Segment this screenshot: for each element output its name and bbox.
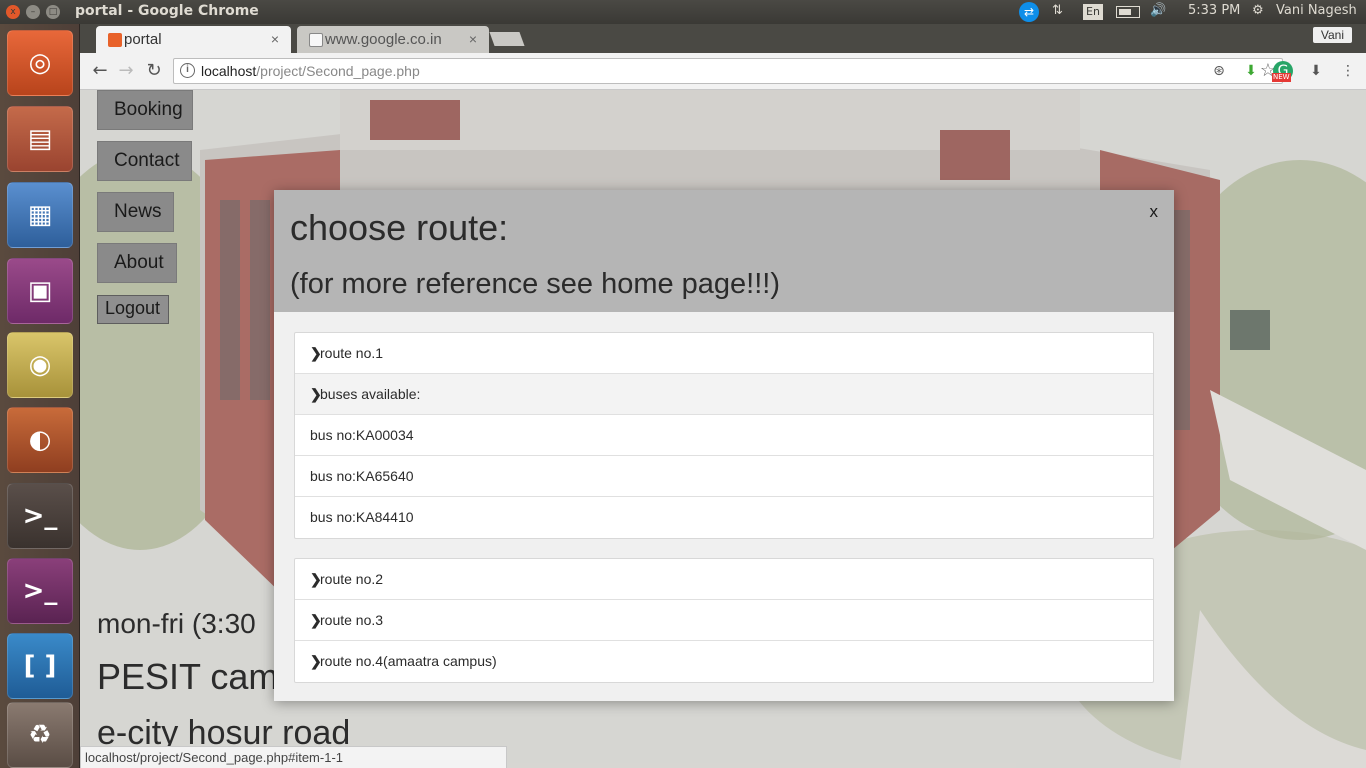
chevron-right-icon: ❯ [310, 571, 322, 587]
terminal-icon: >_ [22, 576, 58, 606]
campus-text: PESIT cam [97, 656, 279, 697]
chrome-menu-icon[interactable]: ⋮ [1338, 61, 1358, 81]
settings-gear-icon[interactable]: ⚙ [1252, 3, 1264, 18]
tab-google[interactable]: www.google.co.in × [297, 26, 489, 53]
downloads-icon[interactable]: ⬇ [1306, 61, 1326, 81]
route-3-header[interactable]: ❯route no.3 [295, 600, 1153, 641]
other-routes-accordion: ❯route no.2 ❯route no.3 ❯route no.4(amaa… [294, 558, 1154, 683]
bus-number: bus no:KA84410 [310, 509, 414, 525]
route-1-header[interactable]: ❯route no.1 [295, 333, 1153, 374]
nav-contact-button[interactable]: Contact [97, 141, 192, 181]
new-badge: NEW [1272, 73, 1291, 82]
address-url[interactable]: localhost/project/Second_page.php [201, 63, 420, 79]
address-host: localhost [201, 63, 257, 79]
terminal-icon: >_ [22, 501, 58, 531]
reload-button[interactable]: ↻ [142, 59, 166, 83]
back-button[interactable]: ← [88, 59, 112, 83]
tab-title: www.google.co.in [325, 31, 442, 48]
modal-close-button[interactable]: x [1150, 202, 1159, 222]
route-label: route no.2 [320, 571, 384, 587]
bus-number: bus no:KA65640 [310, 468, 414, 484]
trash-icon: ♻ [28, 720, 52, 750]
clock[interactable]: 5:33 PM [1188, 3, 1240, 18]
site-info-icon[interactable]: i [180, 63, 195, 78]
chevron-right-icon: ❯ [310, 386, 322, 402]
route-1-accordion: ❯route no.1 ❯buses available: bus no:KA0… [294, 332, 1154, 539]
modal-subtitle: (for more reference see home page!!!) [290, 268, 781, 300]
launcher-app[interactable]: ▣ [7, 258, 73, 324]
extension-1-icon[interactable]: ⊛ [1209, 61, 1229, 81]
route-modal: choose route: (for more reference see ho… [274, 190, 1174, 701]
forward-button[interactable]: → [114, 59, 138, 83]
launcher-chrome[interactable]: ◉ [7, 332, 73, 398]
launcher-terminal[interactable]: >_ [7, 483, 73, 549]
file-cabinet-icon: ▤ [27, 124, 53, 154]
window-close-button[interactable]: x [6, 5, 20, 19]
browser-toolbar: ← → ↻ i localhost/project/Second_page.ph… [80, 53, 1366, 90]
route-2-header[interactable]: ❯route no.2 [295, 559, 1153, 600]
launcher-ubuntu-dash[interactable]: ◎ [7, 30, 73, 96]
nav-booking-button[interactable]: Booking [97, 90, 193, 130]
app-window-icon: ▣ [27, 276, 53, 306]
tab-close-icon[interactable]: × [271, 31, 279, 47]
ubuntu-logo-icon: ◎ [28, 48, 52, 78]
launcher-trash[interactable]: ♻ [7, 702, 73, 768]
launcher-brackets[interactable]: [ ] [7, 633, 73, 699]
keyboard-layout-indicator[interactable]: En [1083, 4, 1103, 20]
document-icon: ▦ [27, 200, 53, 230]
network-icon[interactable]: ⇅ [1052, 3, 1063, 18]
page-viewport: Booking Contact News About Logout mon-fr… [80, 90, 1366, 768]
volume-icon[interactable]: 🔊 [1150, 3, 1166, 18]
modal-title: choose route: [290, 207, 509, 248]
user-name[interactable]: Vani Nagesh [1276, 3, 1357, 18]
window-maximize-button[interactable]: □ [46, 5, 60, 19]
chevron-right-icon: ❯ [310, 345, 322, 361]
firefox-icon: ◐ [28, 425, 52, 455]
tab-title: portal [124, 31, 162, 48]
page-favicon-icon [309, 33, 323, 47]
address-bar[interactable]: i localhost/project/Second_page.php ☆ [173, 58, 1283, 84]
chrome-icon: ◉ [28, 350, 52, 380]
logout-button[interactable]: Logout [97, 295, 169, 324]
buses-available-header[interactable]: ❯buses available: [295, 374, 1153, 415]
launcher-files[interactable]: ▤ [7, 106, 73, 172]
chevron-right-icon: ❯ [310, 653, 322, 669]
profile-button[interactable]: Vani [1312, 27, 1352, 43]
buses-available-label: buses available: [320, 386, 421, 402]
system-top-panel: x – □ portal - Google Chrome ⇄ ⇅ En 🔊 5:… [0, 0, 1366, 24]
brackets-icon: [ ] [23, 651, 57, 681]
window-title: portal - Google Chrome [75, 3, 259, 19]
route-label: route no.1 [320, 345, 384, 361]
xampp-favicon-icon [108, 33, 122, 47]
nav-about-button[interactable]: About [97, 243, 177, 283]
teamviewer-icon[interactable]: ⇄ [1019, 2, 1039, 22]
bus-number: bus no:KA00034 [310, 427, 414, 443]
download-extension-icon[interactable]: ⬇ [1241, 61, 1261, 81]
launcher-libreoffice-writer[interactable]: ▦ [7, 182, 73, 248]
timing-text: mon-fri (3:30 [97, 608, 256, 639]
grammarly-extension-icon[interactable]: G NEW [1272, 61, 1293, 82]
tab-close-icon[interactable]: × [469, 31, 477, 47]
tab-portal[interactable]: portal × [96, 26, 291, 53]
modal-header: choose route: (for more reference see ho… [274, 190, 1174, 312]
launcher-terminal-2[interactable]: >_ [7, 558, 73, 624]
nav-news-button[interactable]: News [97, 192, 174, 232]
route-4-header[interactable]: ❯route no.4(amaatra campus) [295, 641, 1153, 682]
unity-launcher: ◎ ▤ ▦ ▣ ◉ ◐ >_ >_ [ ] ♻ [0, 24, 80, 768]
bus-item[interactable]: bus no:KA84410 [295, 497, 1153, 538]
browser-tab-strip: portal × www.google.co.in × Vani [80, 24, 1366, 53]
launcher-firefox[interactable]: ◐ [7, 407, 73, 473]
route-label: route no.3 [320, 612, 384, 628]
bus-item[interactable]: bus no:KA00034 [295, 415, 1153, 456]
bus-item[interactable]: bus no:KA65640 [295, 456, 1153, 497]
window-minimize-button[interactable]: – [26, 5, 40, 19]
address-path: /project/Second_page.php [256, 63, 420, 79]
link-status-bubble: localhost/project/Second_page.php#item-1… [80, 746, 507, 768]
new-tab-button[interactable] [489, 32, 525, 46]
route-label: route no.4(amaatra campus) [320, 653, 497, 669]
battery-icon[interactable] [1116, 6, 1140, 18]
chevron-right-icon: ❯ [310, 612, 322, 628]
